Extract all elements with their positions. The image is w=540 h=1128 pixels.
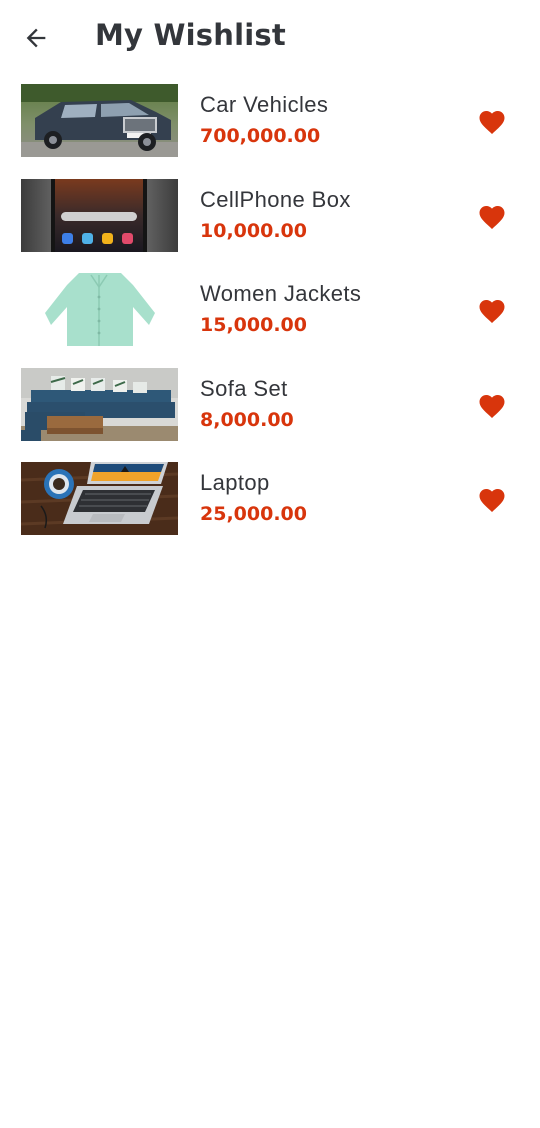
wishlist: Car Vehicles 700,000.00 CellPhone Box 10… [0, 84, 540, 557]
app-bar: My Wishlist [0, 0, 540, 74]
favorite-button[interactable] [474, 388, 510, 422]
heart-icon [479, 111, 505, 134]
item-price: 15,000.00 [200, 314, 307, 336]
item-price: 8,000.00 [200, 408, 294, 431]
cellphone-image [21, 178, 178, 252]
laptop-image [21, 462, 178, 535]
wishlist-item-jacket[interactable]: Women Jackets 15,000.00 [0, 273, 540, 347]
jacket-image [21, 273, 178, 346]
heart-icon [479, 394, 505, 418]
heart-icon [479, 300, 505, 323]
favorite-button[interactable] [474, 104, 510, 138]
wishlist-item-sofa[interactable]: Sofa Set 8,000.00 [0, 367, 540, 442]
sofa-image [21, 367, 178, 441]
item-price: 10,000.00 [200, 219, 307, 242]
car-image [21, 84, 178, 157]
item-name: Sofa Set [200, 375, 288, 401]
favorite-button[interactable] [474, 293, 510, 327]
favorite-button[interactable] [474, 482, 510, 516]
page-title: My Wishlist [95, 18, 286, 52]
heart-icon [479, 205, 505, 229]
wishlist-item-cellphone[interactable]: CellPhone Box 10,000.00 [0, 178, 540, 253]
wishlist-item-laptop[interactable]: Laptop 25,000.00 [0, 462, 540, 536]
item-name: CellPhone Box [200, 186, 351, 212]
arrow-left-icon [26, 28, 46, 48]
wishlist-item-car[interactable]: Car Vehicles 700,000.00 [0, 84, 540, 158]
back-button[interactable] [18, 20, 54, 56]
favorite-button[interactable] [474, 199, 510, 233]
item-price: 700,000.00 [200, 125, 321, 147]
item-name: Car Vehicles [200, 92, 329, 117]
item-name: Laptop [200, 470, 270, 495]
item-name: Women Jackets [200, 281, 362, 306]
heart-icon [479, 489, 505, 512]
item-price: 25,000.00 [200, 503, 307, 525]
